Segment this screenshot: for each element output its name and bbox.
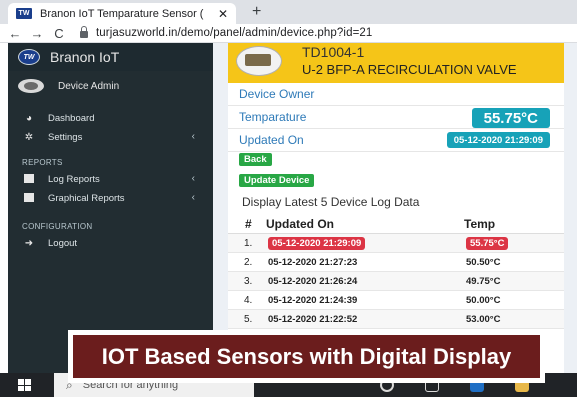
address-bar[interactable]: turjasuzworld.in/demo/panel/admin/device… (96, 27, 372, 39)
lock-icon[interactable] (80, 25, 88, 38)
section-header-configuration: CONFIGURATION (22, 222, 93, 231)
temperature-label: Temparature (239, 110, 307, 124)
col-temp-header: Temp (464, 217, 496, 231)
browser-tab[interactable]: TW Branon IoT Temparature Sensor ( ✕ (8, 3, 236, 24)
log-title: Display Latest 5 Device Log Data (242, 195, 420, 209)
row-number: 4. (244, 295, 253, 306)
back-button[interactable]: Back (239, 153, 272, 166)
sidebar-item-settings[interactable]: ✲ Settings ‹ (8, 128, 213, 147)
sidebar-item-logout[interactable]: ➜ Logout (8, 234, 213, 253)
forward-arrow-icon[interactable]: → (26, 26, 48, 41)
sidebar: TW Branon IoT Device Admin ◕ Dashboard ✲… (8, 43, 213, 373)
new-tab-button[interactable]: + (252, 3, 261, 21)
log-table-header: # Updated On Temp (228, 215, 564, 234)
folder-icon (22, 173, 36, 186)
device-owner-row: Device Owner (228, 83, 564, 106)
table-row: 1. 05-12-2020 21:29:09 55.75°C (228, 234, 564, 253)
row-date: 05-12-2020 21:29:09 (268, 237, 366, 250)
section-header-reports: REPORTS (22, 158, 63, 167)
updated-on-badge: 05-12-2020 21:29:09 (446, 132, 550, 148)
user-name: Device Admin (58, 80, 120, 92)
device-card: TD1004-1 U-2 BFP-A RECIRCULATION VALVE D… (228, 43, 564, 375)
row-date: 05-12-2020 21:26:24 (268, 276, 358, 287)
row-temp: 49.75°C (466, 276, 501, 287)
brand-name: Branon IoT (50, 49, 120, 65)
browser-tab-bar: TW Branon IoT Temparature Sensor ( ✕ + (0, 0, 577, 24)
sidebar-item-dashboard[interactable]: ◕ Dashboard (8, 109, 213, 128)
gear-icon: ✲ (24, 132, 34, 143)
sidebar-item-graphical-reports[interactable]: Graphical Reports ‹ (8, 189, 213, 208)
row-date: 05-12-2020 21:24:39 (268, 295, 358, 306)
user-panel: Device Admin (8, 72, 213, 100)
temperature-row: Temparature 55.75°C (228, 106, 564, 129)
brand-header[interactable]: TW Branon IoT (8, 43, 213, 71)
windows-start-icon[interactable] (18, 379, 31, 391)
row-temp: 55.75°C (466, 237, 509, 250)
device-name: U-2 BFP-A RECIRCULATION VALVE (302, 62, 517, 77)
sidebar-item-label: Logout (48, 238, 78, 249)
chevron-left-icon: ‹ (191, 192, 195, 203)
temperature-badge: 55.75°C (471, 108, 550, 128)
row-temp: 50.50°C (466, 257, 501, 268)
col-number-header: # (245, 217, 252, 231)
row-number: 5. (244, 314, 253, 325)
device-header: TD1004-1 U-2 BFP-A RECIRCULATION VALVE (228, 43, 564, 83)
table-row: 4. 05-12-2020 21:24:39 50.00°C (228, 291, 564, 310)
close-tab-icon[interactable]: ✕ (218, 7, 228, 21)
chevron-left-icon: ‹ (191, 131, 195, 142)
row-date: 05-12-2020 21:27:23 (268, 257, 358, 268)
folder-icon (22, 192, 36, 205)
brand-logo-icon: TW (18, 49, 40, 65)
updated-on-label: Updated On (239, 133, 304, 147)
browser-nav-bar: ← → C turjasuzworld.in/demo/panel/admin/… (0, 24, 577, 43)
tab-title: Branon IoT Temparature Sensor ( (40, 7, 204, 20)
sidebar-item-label: Graphical Reports (48, 193, 125, 204)
col-updated-header: Updated On (266, 217, 334, 231)
table-row: 2. 05-12-2020 21:27:23 50.50°C (228, 253, 564, 272)
reload-icon[interactable]: C (48, 26, 70, 41)
sidebar-item-log-reports[interactable]: Log Reports ‹ (8, 170, 213, 189)
row-number: 2. (244, 257, 253, 268)
sidebar-item-label: Settings (48, 132, 83, 143)
table-row: 5. 05-12-2020 21:22:52 53.00°C (228, 310, 564, 329)
sidebar-item-label: Log Reports (48, 174, 100, 185)
row-date: 05-12-2020 21:22:52 (268, 314, 358, 325)
dashboard-icon: ◕ (25, 113, 33, 124)
avatar (18, 79, 44, 93)
table-row: 3. 05-12-2020 21:26:24 49.75°C (228, 272, 564, 291)
row-temp: 53.00°C (466, 314, 501, 325)
updated-on-row: Updated On 05-12-2020 21:29:09 (228, 129, 564, 152)
row-number: 1. (244, 238, 253, 249)
banner-text: IOT Based Sensors with Digital Display (73, 335, 540, 378)
device-id: TD1004-1 (302, 44, 365, 60)
sidebar-item-label: Dashboard (48, 113, 95, 124)
favicon-icon: TW (16, 8, 32, 19)
valve-image (236, 46, 282, 76)
logout-icon: ➜ (24, 238, 34, 249)
row-number: 3. (244, 276, 253, 287)
device-owner-label: Device Owner (239, 87, 315, 101)
chevron-left-icon: ‹ (191, 173, 195, 184)
overlay-banner: IOT Based Sensors with Digital Display (68, 330, 545, 383)
back-arrow-icon[interactable]: ← (4, 26, 26, 41)
update-device-button[interactable]: Update Device (239, 174, 315, 187)
row-temp: 50.00°C (466, 295, 501, 306)
